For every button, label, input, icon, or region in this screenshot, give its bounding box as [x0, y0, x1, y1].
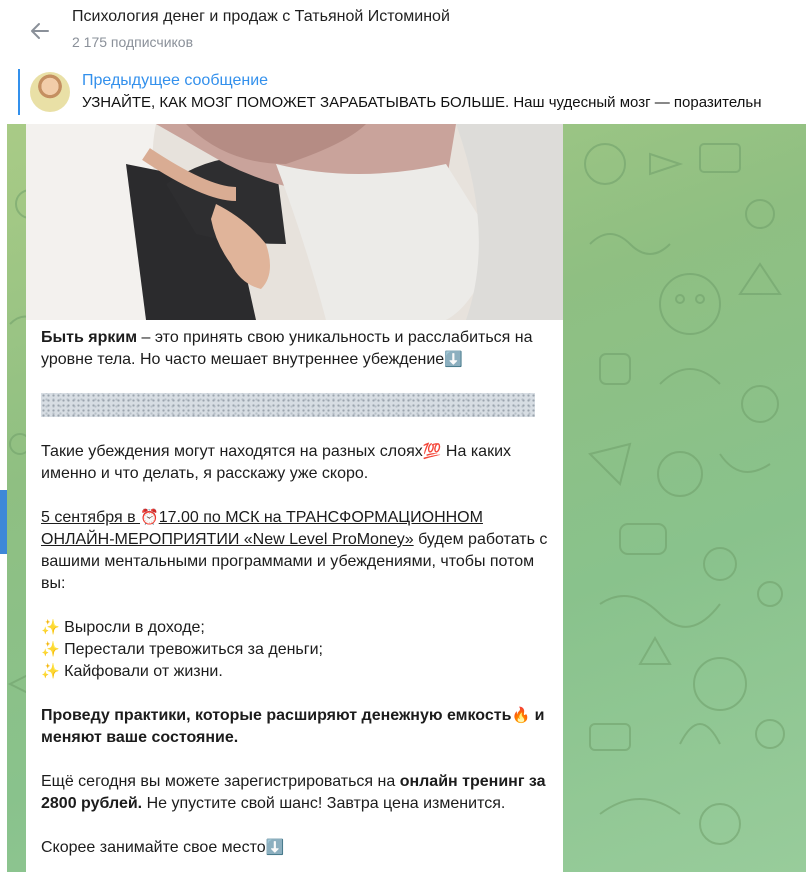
message-bubble: Быть ярким – это принять свою уникальнос… — [26, 124, 563, 872]
hundred-emoji-icon: 💯 — [422, 443, 442, 460]
arrow-down-emoji-icon: ⬇️ — [444, 351, 463, 368]
fire-emoji-icon: 🔥 — [511, 707, 531, 724]
list-item: Кайфовали от жизни. — [64, 663, 223, 680]
spoiler-text[interactable] — [41, 393, 535, 417]
back-arrow-icon[interactable] — [26, 17, 54, 45]
message-photo[interactable] — [26, 124, 563, 320]
benefits-list: ✨ Выросли в доходе; ✨ Перестали тревожит… — [41, 617, 551, 683]
text: Такие убеждения могут находятся на разны… — [41, 443, 423, 460]
event-link[interactable]: 5 сентября в — [41, 509, 140, 526]
sparkles-emoji-icon: ✨ — [41, 663, 60, 680]
text: Скорее занимайте свое место — [41, 839, 266, 856]
paragraph-6: Скорее занимайте свое место⬇️ — [41, 837, 551, 859]
list-item: Выросли в доходе; — [64, 619, 205, 636]
avatar — [30, 72, 70, 112]
arrow-down-emoji-icon: ⬇️ — [265, 839, 285, 856]
pinned-indicator — [18, 69, 20, 115]
pinned-text: УЗНАЙТЕ, КАК МОЗГ ПОМОЖЕТ ЗАРАБАТЫВАТЬ Б… — [82, 94, 762, 111]
sparkles-emoji-icon: ✨ — [41, 619, 60, 636]
text: Ещё сегодня вы можете зарегистрироваться… — [41, 773, 400, 790]
channel-header: Психология денег и продаж с Татьяной Ист… — [0, 0, 806, 63]
paragraph-1: Быть ярким – это принять свою уникальнос… — [41, 327, 551, 371]
pinned-label: Предыдущее сообщение — [82, 72, 269, 89]
sidebar-tab[interactable] — [0, 490, 7, 554]
paragraph-2: Такие убеждения могут находятся на разны… — [41, 441, 551, 485]
paragraph-3: 5 сентября в ⏰17.00 по МСК на ТРАНСФОРМА… — [41, 507, 551, 595]
bold-text: Проведу практики, которые расширяют дене… — [41, 707, 512, 724]
pinned-message-bar[interactable]: Предыдущее сообщение УЗНАЙТЕ, КАК МОЗГ П… — [0, 63, 806, 124]
alarm-clock-emoji-icon: ⏰ — [140, 509, 159, 526]
text: Не упустите свой шанс! Завтра цена измен… — [142, 795, 506, 812]
list-item: Перестали тревожиться за деньги; — [64, 641, 323, 658]
subscriber-count: 2 175 подписчиков — [72, 34, 194, 50]
channel-title[interactable]: Психология денег и продаж с Татьяной Ист… — [72, 8, 450, 26]
sparkles-emoji-icon: ✨ — [41, 641, 60, 658]
chat-area[interactable]: Быть ярким – это принять свою уникальнос… — [0, 124, 806, 872]
bold-text: Быть ярким — [41, 329, 138, 346]
message-text: Быть ярким – это принять свою уникальнос… — [41, 327, 551, 872]
paragraph-4: Проведу практики, которые расширяют дене… — [41, 705, 551, 749]
photo-image — [26, 124, 563, 320]
paragraph-5: Ещё сегодня вы можете зарегистрироваться… — [41, 771, 551, 815]
